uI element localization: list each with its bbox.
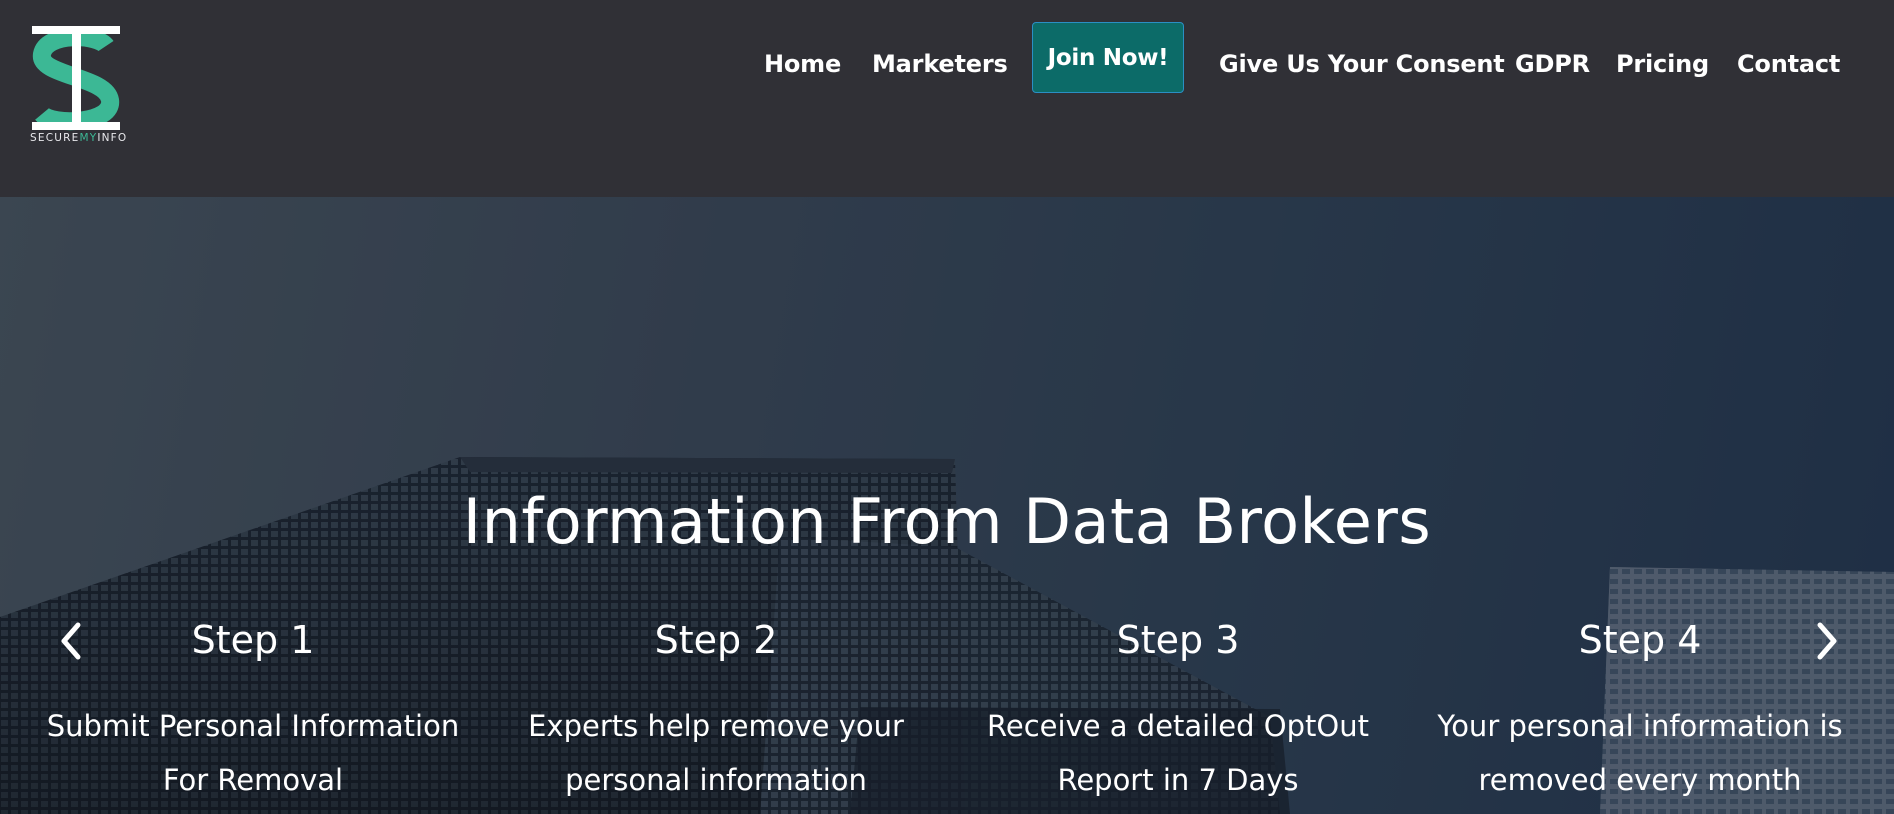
nav-link-marketers[interactable]: Marketers [872,50,1008,78]
nav-link-gdpr[interactable]: GDPR [1515,50,1590,78]
site-header: SECUREMYINFO Home Marketers Join Now! Gi… [0,0,1894,197]
hero-title: Information From Data Brokers [462,485,1432,558]
step-card-1: Step 1 Submit Personal Information For R… [23,617,483,807]
nav-link-contact[interactable]: Contact [1737,50,1840,78]
nav-link-pricing[interactable]: Pricing [1616,50,1709,78]
step-card-2: Step 2 Experts help remove your personal… [486,617,946,807]
step-card-4: Step 4 Your personal information is remo… [1410,617,1870,807]
step-description-line: Receive a detailed OptOut [987,709,1369,743]
join-now-button[interactable]: Join Now! [1032,22,1184,93]
step-description-line: removed every month [1478,763,1802,797]
step-card-3: Step 3 Receive a detailed OptOut Report … [948,617,1408,807]
chevron-right-icon[interactable] [1806,621,1846,661]
nav-link-give-consent[interactable]: Give Us Your Consent [1219,50,1505,78]
step-title: Step 2 [654,618,778,662]
step-description-line: Report in 7 Days [1057,763,1299,797]
step-title: Step 1 [191,618,315,662]
step-description-line: personal information [565,763,867,797]
step-description-line: Submit Personal Information [46,709,460,743]
logo-wordmark: SECUREMYINFO [30,132,128,144]
step-title: Step 4 [1578,618,1702,662]
step-title: Step 3 [1116,618,1240,662]
step-description-line: Experts help remove your [528,709,904,743]
nav-link-home[interactable]: Home [764,50,841,78]
step-description-line: For Removal [162,763,344,797]
step-description-line: Your personal information is [1437,709,1843,743]
main-navigation: Home Marketers Join Now! Give Us Your Co… [0,0,1894,130]
hero-section: Information From Data Brokers Step 1 Sub… [0,197,1894,814]
